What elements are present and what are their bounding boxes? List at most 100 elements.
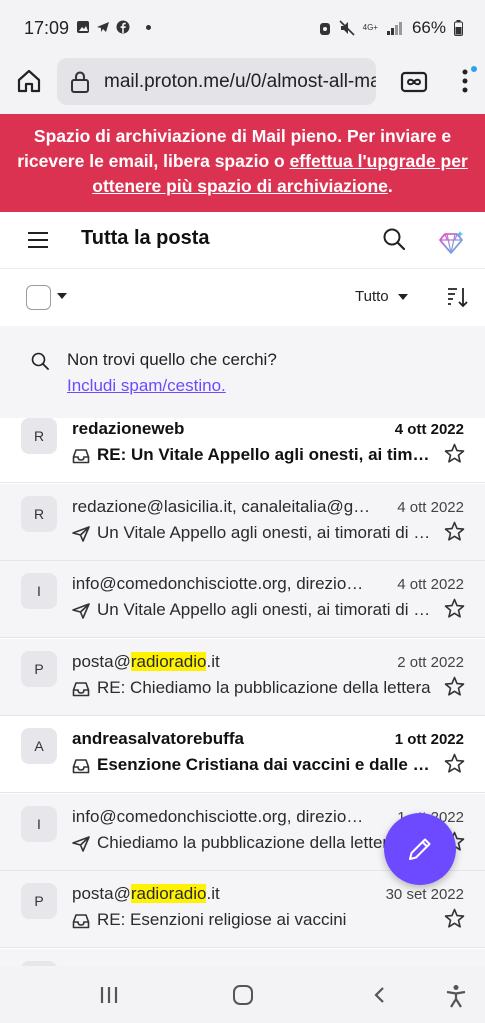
mail-header: Tutta la posta — [0, 212, 485, 269]
message-row[interactable]: Rredazioneweb 4 ott 2022 RE: Un Vitale App… — [0, 418, 485, 483]
message-sender: info@comedonchisciotte.org, direzione@..… — [72, 574, 372, 594]
mute-icon — [339, 20, 355, 36]
message-sender: posta@radioradio.it — [72, 884, 372, 904]
message-date: 4 ott 2022 — [397, 498, 464, 516]
search-highlight: radioradio — [130, 651, 207, 671]
message-row[interactable]: Iinfo@comedonchisciotte.org, direzione@.… — [0, 561, 485, 638]
page-title: Tutta la posta — [81, 227, 210, 249]
search-highlight: radioradio — [130, 884, 207, 903]
lock-icon[interactable] — [69, 70, 91, 94]
upgrade-diamond-icon[interactable] — [437, 230, 465, 256]
sender-text-end: .it — [206, 884, 220, 903]
sent-icon — [72, 525, 90, 542]
notification-icons — [76, 20, 151, 34]
message-row[interactable]: Rredazione@lasicilia.it, canaleitalia@gm… — [0, 483, 485, 561]
back-icon[interactable] — [372, 986, 386, 1004]
compose-button[interactable] — [384, 813, 456, 885]
message-date: 4 ott 2022 — [394, 421, 464, 438]
sender-text: posta@ — [72, 651, 131, 671]
sender-text: redazione@lasicilia.it, canaleitalia@gma… — [72, 496, 372, 516]
sender-avatar: I — [21, 805, 57, 842]
hamburger-menu-icon[interactable] — [28, 232, 48, 248]
sender-avatar: P — [21, 883, 57, 919]
search-icon[interactable] — [382, 227, 406, 251]
list-toolbar: Tutto — [0, 269, 485, 326]
status-time: 17:09 — [24, 18, 70, 38]
home-nav-icon[interactable] — [233, 985, 253, 1005]
message-subject: Chiediamo la pubblicazione della lettera — [97, 832, 398, 852]
sender-text: posta@ — [72, 884, 131, 903]
gallery-icon — [77, 21, 89, 33]
sender-avatar: R — [21, 418, 57, 454]
sender-avatar: P — [21, 650, 57, 687]
message-date: 2 ott 2022 — [397, 653, 464, 671]
sent-icon — [72, 835, 90, 852]
star-icon[interactable] — [444, 753, 465, 774]
message-sender: redazione@lasicilia.it, canaleitalia@gma… — [72, 497, 372, 517]
pencil-icon — [409, 838, 431, 860]
message-row-partial[interactable] — [0, 948, 485, 966]
select-all-checkbox[interactable] — [26, 285, 51, 310]
facebook-icon — [116, 20, 130, 34]
hint-text: Non trovi quello che cerchi? — [67, 350, 277, 369]
battery-percent: 66% — [411, 18, 446, 37]
star-icon[interactable] — [444, 521, 465, 542]
address-bar[interactable]: mail.proton.me/u/0/almost-all-mail — [57, 58, 376, 105]
alarm-icon — [319, 23, 330, 35]
star-icon[interactable] — [444, 443, 465, 464]
status-bar: 17:09 4G+ 66% — [0, 0, 485, 56]
message-date: 1 ott 2022 — [394, 731, 464, 748]
sent-icon — [72, 603, 90, 619]
update-badge — [471, 66, 477, 72]
more-notifications-icon — [146, 24, 151, 30]
search-hint: Non trovi quello che cerchi? Includi spa… — [0, 326, 485, 418]
sender-avatar: I — [21, 573, 57, 609]
star-icon[interactable] — [444, 676, 465, 697]
recent-apps-icon[interactable] — [99, 986, 119, 1004]
sender-text: redazioneweb — [72, 419, 185, 438]
sender-text: andreasalvatorebuffa — [72, 729, 244, 748]
sender-avatar: R — [21, 495, 57, 532]
star-icon[interactable] — [444, 908, 465, 929]
message-subject: RE: Esenzioni religiose ai vaccini — [97, 910, 347, 929]
message-date: 30 set 2022 — [385, 886, 464, 903]
inbox-icon — [72, 681, 90, 697]
chevron-down-icon — [397, 293, 408, 300]
inbox-icon — [72, 913, 90, 929]
message-subject: Esenzione Cristiana dai vaccini e dalle … — [97, 755, 433, 774]
telegram-icon — [97, 22, 109, 32]
message-subject: RE: Chiediamo la pubblicazione della let… — [97, 677, 431, 697]
message-sender: redazioneweb — [72, 419, 372, 439]
network-indicator: 4G+ — [362, 23, 378, 32]
message-sender: andreasalvatorebuffa — [72, 729, 372, 749]
star-icon[interactable] — [444, 598, 465, 619]
select-dropdown-icon[interactable] — [57, 293, 67, 299]
sender-avatar: A — [21, 728, 57, 764]
message-sender: info@comedonchisciotte.org, direzione@..… — [72, 807, 372, 827]
include-spam-link[interactable]: Includi spam/cestino. — [67, 376, 226, 396]
tabs-icon[interactable] — [400, 71, 428, 93]
message-subject: Un Vitale Appello agli onesti, ai timora… — [97, 522, 433, 542]
storage-full-banner: Spazio di archiviazione di Mail pieno. P… — [0, 114, 485, 212]
message-row[interactable]: Aandreasalvatorebuffa 1 ott 2022 Esenzione… — [0, 716, 485, 793]
battery-icon — [454, 20, 463, 36]
system-status: 4G+ 66% — [319, 18, 463, 38]
message-subject: RE: Un Vitale Appello agli onesti, ai ti… — [97, 445, 433, 464]
filter-dropdown[interactable]: Tutto — [355, 288, 408, 305]
home-icon[interactable] — [16, 68, 42, 94]
sender-text-end: .it — [206, 651, 220, 671]
filter-label[interactable]: Tutto — [355, 288, 389, 305]
message-subject: Un Vitale Appello agli onesti, ai timora… — [97, 600, 433, 619]
inbox-icon — [72, 758, 90, 774]
search-icon — [31, 352, 49, 370]
banner-text-end: . — [387, 176, 393, 196]
signal-icon — [386, 22, 402, 35]
sort-icon[interactable] — [446, 285, 470, 309]
inbox-icon — [72, 448, 90, 464]
accessibility-icon[interactable] — [445, 984, 467, 1008]
message-date: 4 ott 2022 — [397, 576, 464, 593]
url-text[interactable]: mail.proton.me/u/0/almost-all-mail — [104, 71, 376, 93]
sender-text: info@comedonchisciotte.org, direzione@..… — [72, 806, 372, 826]
message-row[interactable]: Pposta@radioradio.it 2 ott 2022 RE: Chiedi… — [0, 638, 485, 716]
browser-toolbar: mail.proton.me/u/0/almost-all-mail — [0, 56, 485, 114]
